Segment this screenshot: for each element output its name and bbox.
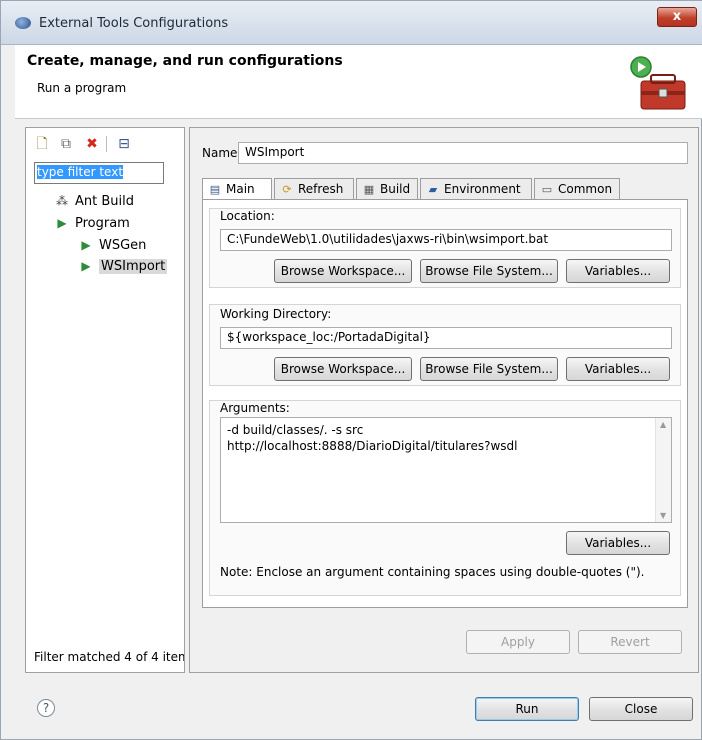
tab-environment[interactable]: ▰ Environment	[420, 178, 532, 200]
working-directory-field[interactable]: ${workspace_loc:/PortadaDigital}	[220, 327, 672, 349]
location-label: Location:	[220, 209, 275, 223]
delete-icon[interactable]: ✖	[84, 136, 100, 152]
location-field[interactable]: C:\FundeWeb\1.0\utilidades\jaxws-ri\bin\…	[220, 229, 672, 251]
title-bar[interactable]: External Tools Configurations x	[1, 1, 702, 45]
configuration-list-panel: 🗋 ⧉ ✖ ⊟ type filter text ⁂ Ant Build ▶ Pro…	[25, 127, 185, 673]
header-title: Create, manage, and run configurations	[27, 53, 343, 69]
tab-common[interactable]: ▭ Common	[534, 178, 620, 200]
revert-button[interactable]: Revert	[578, 630, 682, 654]
working-directory-label: Working Directory:	[220, 307, 332, 321]
environment-icon: ▰	[428, 183, 438, 196]
arguments-label: Arguments:	[220, 401, 290, 415]
program-config-icon: ▶	[81, 259, 91, 273]
tree-item-wsimport[interactable]: ▶ WSImport	[78, 257, 168, 275]
new-configuration-icon[interactable]: 🗋	[34, 136, 50, 152]
name-label: Name:	[202, 146, 242, 160]
apply-button[interactable]: Apply	[466, 630, 570, 654]
toolbox-run-icon	[630, 56, 686, 110]
filter-status: Filter matched 4 of 4 items	[34, 650, 184, 664]
main-tab-content: Location: C:\FundeWeb\1.0\utilidades\jax…	[202, 199, 688, 608]
scroll-up-icon[interactable]: ▲	[660, 420, 666, 429]
tree-item-label: WSImport	[99, 259, 168, 274]
arguments-scrollbar[interactable]: ▲ ▼	[655, 418, 671, 522]
dialog-window: External Tools Configurations x Create, …	[0, 0, 702, 740]
close-button[interactable]: Close	[589, 697, 693, 721]
tab-label: Build	[380, 182, 411, 196]
arguments-note: Note: Enclose an argument containing spa…	[220, 565, 645, 579]
tree-item-label: Program	[75, 216, 130, 231]
working-directory-group: Working Directory: ${workspace_loc:/Port…	[209, 304, 681, 386]
ant-icon: ⁂	[56, 194, 68, 208]
tab-build[interactable]: ▦ Build	[356, 178, 418, 200]
wd-browse-file-system-button[interactable]: Browse File System...	[420, 357, 558, 381]
program-icon: ▶	[57, 216, 67, 230]
arguments-text: -d build/classes/. -s src http://localho…	[227, 423, 518, 453]
location-variables-button[interactable]: Variables...	[566, 259, 670, 283]
location-browse-file-system-button[interactable]: Browse File System...	[420, 259, 558, 283]
tab-label: Common	[558, 182, 613, 196]
eclipse-icon	[15, 17, 31, 29]
arguments-textarea[interactable]: -d build/classes/. -s src http://localho…	[220, 417, 672, 523]
toolbar-divider	[106, 136, 107, 152]
location-group: Location: C:\FundeWeb\1.0\utilidades\jax…	[209, 208, 681, 288]
help-icon[interactable]: ?	[37, 699, 55, 717]
wd-variables-button[interactable]: Variables...	[566, 357, 670, 381]
location-browse-workspace-button[interactable]: Browse Workspace...	[274, 259, 412, 283]
tab-label: Main	[226, 182, 255, 196]
scroll-down-icon[interactable]: ▼	[660, 511, 666, 520]
tree-item-label: WSGen	[99, 238, 147, 253]
window-title: External Tools Configurations	[39, 16, 229, 31]
duplicate-icon[interactable]: ⧉	[58, 136, 74, 152]
configuration-editor-panel: Name: WSImport ▤ Main ⟳ Refresh ▦ Build ▰ En…	[189, 127, 699, 673]
tree-item-wsgen[interactable]: ▶ WSGen	[78, 236, 146, 254]
name-field[interactable]: WSImport	[238, 142, 688, 164]
refresh-icon: ⟳	[282, 183, 292, 196]
filter-input[interactable]: type filter text	[34, 162, 164, 184]
close-window-button[interactable]: x	[657, 7, 697, 27]
build-icon: ▦	[363, 183, 375, 196]
arguments-group: Arguments: -d build/classes/. -s src htt…	[209, 400, 681, 596]
main-tab-icon: ▤	[209, 183, 221, 196]
dialog-header: Create, manage, and run configurations R…	[15, 45, 702, 119]
wd-browse-workspace-button[interactable]: Browse Workspace...	[274, 357, 412, 381]
tree-item-label: Ant Build	[75, 194, 134, 209]
collapse-all-icon[interactable]: ⊟	[116, 136, 132, 152]
program-config-icon: ▶	[81, 238, 91, 252]
tree-item-program[interactable]: ▶ Program	[54, 214, 130, 232]
tab-bar: ▤ Main ⟳ Refresh ▦ Build ▰ Environment ▭ Comm…	[202, 178, 688, 201]
tab-label: Environment	[444, 182, 521, 196]
tab-main[interactable]: ▤ Main	[202, 178, 272, 201]
tab-refresh[interactable]: ⟳ Refresh	[274, 178, 354, 200]
common-icon: ▭	[541, 183, 553, 196]
arguments-variables-button[interactable]: Variables...	[566, 531, 670, 555]
header-subtitle: Run a program	[37, 81, 127, 95]
tree-item-ant-build[interactable]: ⁂ Ant Build	[54, 192, 134, 210]
filter-text: type filter text	[37, 165, 124, 179]
tab-label: Refresh	[298, 182, 344, 196]
run-button[interactable]: Run	[475, 697, 579, 721]
